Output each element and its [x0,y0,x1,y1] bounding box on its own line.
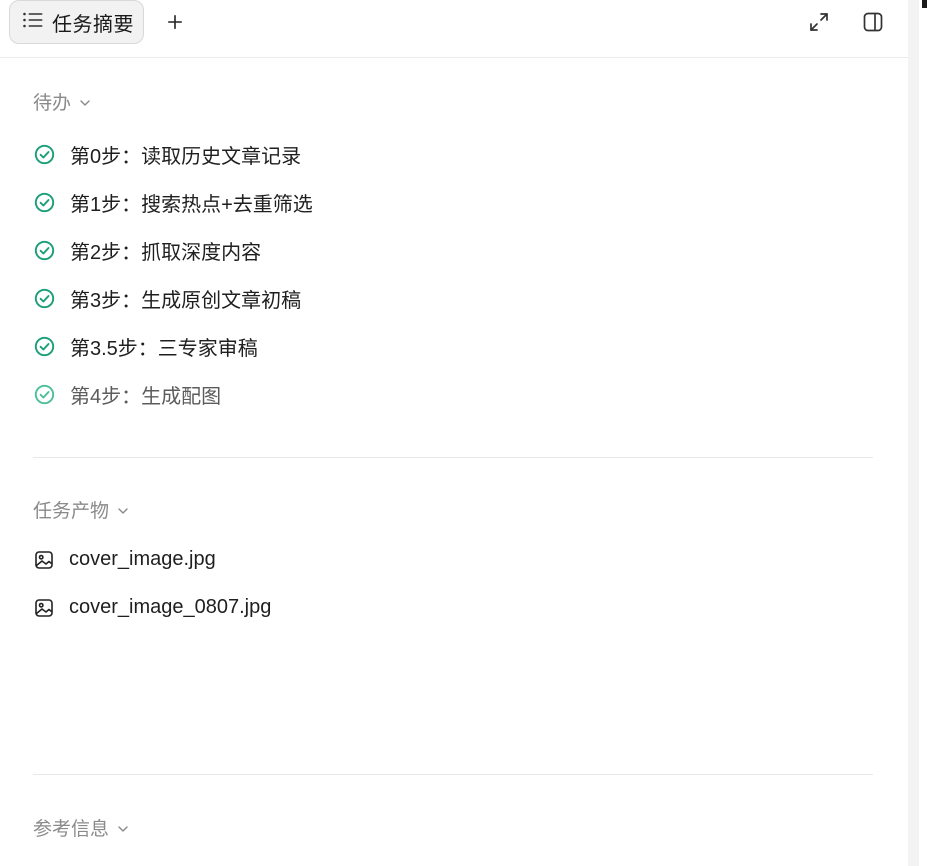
todo-item: 第4步：生成配图 [34,380,221,409]
todo-item: 第0步：读取历史文章记录 [34,140,301,169]
section-divider [33,774,873,775]
tab-label: 任务摘要 [52,13,134,36]
todo-item: 第3.5步：三专家审稿 [34,332,258,361]
todo-section-header[interactable]: 待办 [33,88,91,115]
artifact-item-label: cover_image_0807.jpg [69,596,272,618]
todo-item-label: 第0步：读取历史文章记录 [70,146,302,168]
references-section-header[interactable]: 参考信息 [33,814,129,841]
todo-item: 第2步：抓取深度内容 [34,236,261,265]
panel-header: 任务摘要 [0,0,908,58]
todo-item: 第1步：搜索热点+去重筛选 [34,188,313,217]
check-circle-icon [34,336,55,357]
chevron-down-icon [117,499,129,521]
scrollbar-track[interactable] [908,0,927,866]
todo-item-label: 第1步：搜索热点+去重筛选 [70,194,313,216]
sidebar-panel-icon [863,12,883,32]
list-icon [22,11,44,34]
plus-icon [168,15,182,29]
todo-item-label: 第3步：生成原创文章初稿 [70,290,302,312]
check-circle-icon [34,192,55,213]
check-circle-icon [34,240,55,261]
todo-item-label: 第2步：抓取深度内容 [70,242,262,264]
task-summary-panel: 任务摘要 待办 第0步：读取历史文章记录 第1步：搜索热点+去重筛选 第2步：抓… [0,0,908,866]
artifact-item[interactable]: cover_image.jpg [34,548,216,571]
expand-button[interactable] [807,10,831,34]
image-file-icon [34,598,54,618]
scrollbar-area [919,0,927,866]
check-circle-icon [34,288,55,309]
section-divider [33,457,873,458]
window-edge [922,0,927,8]
artifacts-section-title: 任务产物 [33,501,110,522]
todo-item-label: 第3.5步：三专家审稿 [70,338,258,360]
toggle-sidebar-button[interactable] [861,10,885,34]
expand-icon [810,13,828,31]
add-tab-button[interactable] [164,11,186,33]
check-circle-icon [34,384,55,405]
artifacts-section-header[interactable]: 任务产物 [33,496,129,523]
todo-item: 第3步：生成原创文章初稿 [34,284,301,313]
chevron-down-icon [79,91,91,113]
todo-section-title: 待办 [33,93,72,114]
artifact-item-label: cover_image.jpg [69,548,216,570]
check-circle-icon [34,144,55,165]
todo-item-label: 第4步：生成配图 [70,386,222,408]
references-section-title: 参考信息 [33,819,110,840]
tab-task-summary[interactable]: 任务摘要 [9,0,144,44]
chevron-down-icon [117,817,129,839]
image-file-icon [34,550,54,570]
artifact-item[interactable]: cover_image_0807.jpg [34,596,271,619]
